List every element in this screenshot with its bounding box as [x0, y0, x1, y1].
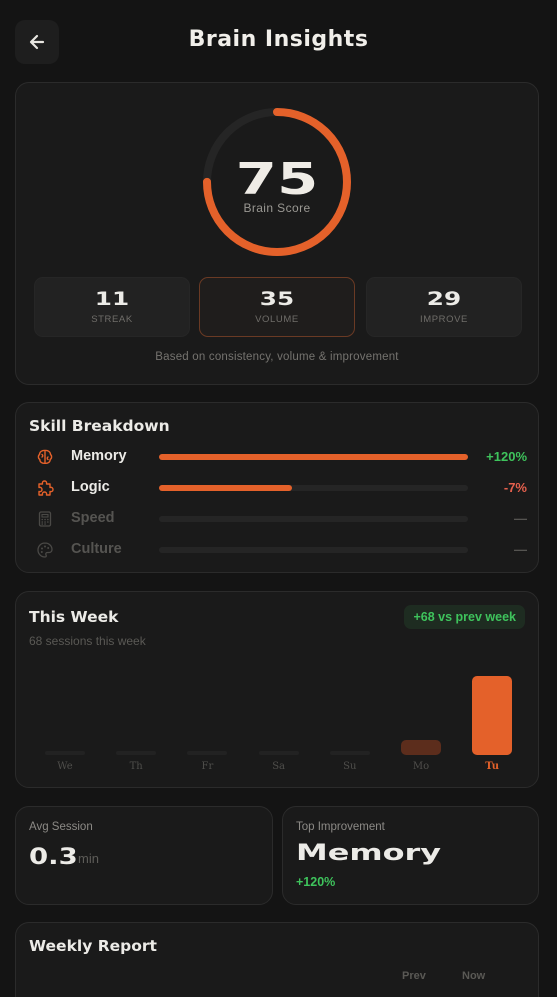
week-day-label: We	[57, 761, 73, 772]
skill-delta: —	[514, 542, 527, 557]
skill-name: Speed	[71, 510, 115, 526]
week-sessions-subtitle: 68 sessions this week	[29, 634, 146, 648]
report-column-now: Now	[462, 970, 486, 982]
week-bar-fill	[258, 751, 299, 755]
skill-delta: —	[514, 511, 527, 526]
skill-progress-track	[159, 516, 468, 522]
palette-icon	[37, 542, 53, 558]
skill-row-speed[interactable]: Speed —	[16, 507, 540, 531]
calculator-icon	[38, 511, 52, 527]
skill-row-logic[interactable]: Logic -7%	[16, 476, 540, 500]
avg-session-unit: min	[78, 851, 99, 866]
brain-score-label: Brain Score	[243, 201, 311, 215]
stat-streak[interactable]: 11 STREAK	[34, 277, 190, 337]
week-day-label: Su	[343, 761, 357, 772]
skill-row-culture[interactable]: Culture —	[16, 538, 540, 562]
page-title: Brain Insights	[188, 27, 369, 52]
week-bar-fill	[116, 751, 157, 755]
skill-progress-fill	[159, 454, 468, 460]
weekly-report-title: Weekly Report	[29, 937, 157, 955]
week-bar-fill	[329, 751, 370, 755]
header: Brain Insights	[0, 0, 557, 84]
weekly-report-card: Weekly Report Prev Now	[15, 922, 539, 997]
week-bar-tu	[472, 664, 513, 755]
week-change-badge: +68 vs prev week	[404, 605, 525, 629]
score-note: Based on consistency, volume & improveme…	[155, 351, 399, 363]
stat-label: STREAK	[91, 314, 133, 325]
week-bar-mo	[401, 664, 441, 755]
avg-session-label: Avg Session	[29, 821, 93, 833]
stat-volume[interactable]: 35 VOLUME	[199, 277, 355, 337]
stat-value: 29	[426, 288, 462, 310]
skill-breakdown-title: Skill Breakdown	[29, 417, 170, 435]
brain-score-card: 75 Brain Score 11 STREAK 35 VOLUME 29 IM…	[15, 82, 539, 385]
week-bar-we	[45, 664, 85, 755]
week-day-label: Th	[129, 761, 143, 772]
skill-name: Logic	[71, 479, 110, 495]
skill-progress-track	[159, 547, 468, 553]
week-bar-fill	[187, 751, 228, 755]
skill-progress-track	[159, 485, 468, 491]
week-bar-su	[329, 664, 370, 755]
week-bar-fill	[401, 739, 441, 755]
week-bar-fr	[187, 664, 228, 755]
top-improvement-delta: +120%	[296, 875, 336, 889]
week-day-label: Tu	[485, 761, 500, 772]
week-day-label: Mo	[412, 761, 430, 772]
report-column-prev: Prev	[402, 970, 426, 982]
brain-icon	[37, 449, 53, 464]
skill-delta: +120%	[486, 449, 527, 464]
skill-progress-fill	[159, 485, 292, 491]
week-bar-sa	[258, 664, 299, 755]
stat-label: VOLUME	[255, 314, 299, 325]
week-bar-fill	[45, 751, 85, 755]
week-day-label: Fr	[201, 761, 214, 772]
stat-improve[interactable]: 29 IMPROVE	[366, 277, 522, 337]
this-week-card: This Week +68 vs prev week 68 sessions t…	[15, 591, 539, 788]
stat-label: IMPROVE	[419, 314, 468, 325]
avg-session-card: Avg Session 0.3 min	[15, 806, 273, 905]
week-bar-fill	[472, 676, 513, 755]
top-improvement-card: Top Improvement Memory +120%	[282, 806, 539, 905]
this-week-title: This Week	[29, 608, 119, 626]
skill-breakdown-card: Skill Breakdown Memory +120% Logic -7% S…	[15, 402, 539, 573]
top-improvement-label: Top Improvement	[296, 821, 385, 833]
week-bar-th	[116, 664, 157, 755]
skill-row-memory[interactable]: Memory +120%	[16, 445, 540, 469]
skill-delta: -7%	[503, 480, 527, 495]
avg-session-value: 0.3	[29, 845, 78, 870]
skill-progress-track	[159, 454, 468, 460]
puzzle-icon	[38, 480, 54, 496]
week-day-label: Sa	[272, 761, 285, 772]
skill-name: Culture	[71, 541, 122, 557]
brain-score-value: 75	[235, 154, 319, 205]
skill-name: Memory	[71, 448, 127, 464]
top-improvement-value: Memory	[296, 841, 442, 866]
